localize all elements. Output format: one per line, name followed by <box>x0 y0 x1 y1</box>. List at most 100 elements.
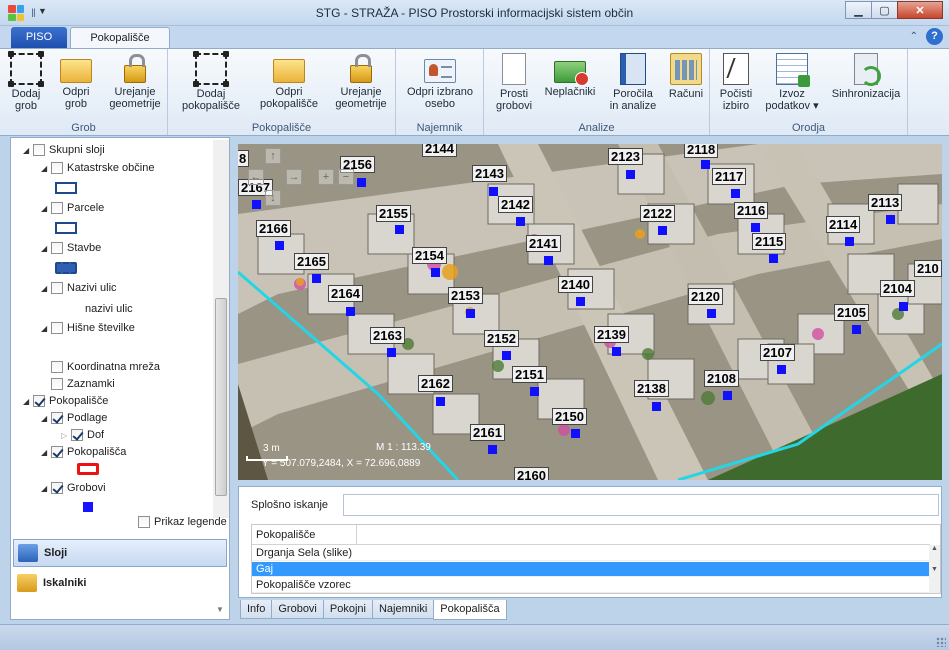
grave-label[interactable]: 2114 <box>826 216 861 233</box>
pan-up-button[interactable]: ↑ <box>265 148 281 164</box>
grave-label[interactable]: 2105 <box>834 304 869 321</box>
non-payers-button[interactable]: Neplačniki <box>542 53 598 98</box>
grave-label[interactable]: 2160 <box>514 467 549 480</box>
grave-label[interactable]: 2166 <box>256 220 291 237</box>
grave-label[interactable]: 2150 <box>552 408 587 425</box>
grave-label[interactable]: 8 <box>238 150 250 167</box>
grave-marker[interactable] <box>466 309 475 318</box>
grave-marker[interactable] <box>488 445 497 454</box>
grave-marker[interactable] <box>612 347 621 356</box>
grave-marker[interactable] <box>751 223 760 232</box>
grave-marker[interactable] <box>544 256 553 265</box>
grave-marker[interactable] <box>275 241 284 250</box>
expand-icon[interactable] <box>41 204 51 213</box>
expand-icon[interactable] <box>23 146 33 155</box>
grave-marker[interactable] <box>899 302 908 311</box>
grave-marker[interactable] <box>852 325 861 334</box>
grid-scrollbar[interactable]: ▲ ▼ <box>929 545 940 593</box>
grave-marker[interactable] <box>723 391 732 400</box>
tab-grobovi[interactable]: Grobovi <box>271 600 324 619</box>
help-button[interactable]: ? <box>926 28 943 45</box>
table-row[interactable]: Drganja Sela (slike) <box>252 546 930 561</box>
layer-checkbox[interactable] <box>51 361 63 373</box>
invoices-button[interactable]: Računi <box>666 53 706 100</box>
grave-label[interactable]: 2153 <box>448 287 483 304</box>
expand-icon[interactable] <box>41 324 51 333</box>
grave-label[interactable]: 2120 <box>688 288 723 305</box>
collapse-ribbon-icon[interactable]: ⌃ <box>910 31 918 42</box>
grave-label[interactable]: 2141 <box>526 235 561 252</box>
grave-marker[interactable] <box>769 254 778 263</box>
grave-label[interactable]: 2161 <box>470 424 505 441</box>
grave-label[interactable]: 2163 <box>370 327 405 344</box>
grave-marker[interactable] <box>312 274 321 283</box>
layer-checkbox[interactable] <box>51 162 63 174</box>
add-grave-button[interactable]: Dodaj grob <box>8 51 42 112</box>
grave-marker[interactable] <box>252 200 261 209</box>
grave-marker[interactable] <box>502 351 511 360</box>
layer-checkbox[interactable] <box>51 322 63 334</box>
resize-grip-icon[interactable] <box>936 637 946 647</box>
grave-marker[interactable] <box>395 225 404 234</box>
open-selected-person-button[interactable]: Odpri izbrano osebo <box>402 53 478 110</box>
layer-pokopalisca[interactable]: Pokopališča <box>41 446 126 458</box>
pan-left-button[interactable]: ← <box>248 169 264 185</box>
scrollbar-thumb[interactable] <box>215 298 227 496</box>
grave-marker[interactable] <box>886 215 895 224</box>
grave-marker[interactable] <box>571 429 580 438</box>
layer-checkbox[interactable] <box>51 412 63 424</box>
expand-icon[interactable] <box>41 244 51 253</box>
search-input[interactable] <box>343 494 939 516</box>
minimize-button[interactable]: ▁ <box>845 1 872 19</box>
panel-expand-icon[interactable]: ▼ <box>216 605 224 614</box>
layer-grobovi[interactable]: Grobovi <box>41 482 106 494</box>
grave-marker[interactable] <box>707 309 716 318</box>
grave-marker[interactable] <box>652 402 661 411</box>
layer-nazivi-ulic[interactable]: Nazivi ulic <box>41 282 117 294</box>
synchronization-button[interactable]: Sinhronizacija <box>828 53 904 100</box>
grave-label[interactable]: 2117 <box>712 168 747 185</box>
column-divider[interactable] <box>356 525 357 545</box>
pan-down-button[interactable]: ↓ <box>265 190 281 206</box>
grave-marker[interactable] <box>436 397 445 406</box>
layer-checkbox[interactable] <box>51 242 63 254</box>
grave-marker[interactable] <box>658 226 667 235</box>
layer-dof[interactable]: Dof <box>61 429 104 441</box>
pan-right-button[interactable]: → <box>286 169 302 185</box>
table-row[interactable]: Pokopališče vzorec <box>252 578 930 593</box>
layer-checkbox[interactable] <box>51 482 63 494</box>
layer-checkbox[interactable] <box>51 282 63 294</box>
free-graves-button[interactable]: Prosti grobovi <box>492 53 536 112</box>
expand-icon[interactable] <box>41 284 51 293</box>
tab-pokojni[interactable]: Pokojni <box>322 600 373 619</box>
grave-label[interactable]: 2122 <box>640 205 675 222</box>
grave-label[interactable]: 2138 <box>634 380 669 397</box>
grave-marker[interactable] <box>516 217 525 226</box>
grave-marker[interactable] <box>777 365 786 374</box>
edit-grave-geometry-button[interactable]: Urejanje geometrije <box>106 53 164 110</box>
grave-label[interactable]: 2113 <box>868 194 903 211</box>
layer-hisne-stevilke[interactable]: Hišne številke <box>41 322 135 334</box>
grave-marker[interactable] <box>845 237 854 246</box>
grave-label[interactable]: 2139 <box>594 326 629 343</box>
expand-icon[interactable] <box>41 448 51 457</box>
expand-icon[interactable] <box>41 484 51 493</box>
grave-label[interactable]: 2151 <box>512 366 547 383</box>
layer-checkbox[interactable] <box>51 202 63 214</box>
open-cemetery-button[interactable]: Odpri pokopališče <box>254 53 324 110</box>
layer-checkbox[interactable] <box>71 429 83 441</box>
maximize-button[interactable]: ▢ <box>871 1 898 19</box>
grave-label[interactable]: 2143 <box>472 165 507 182</box>
grave-marker[interactable] <box>530 387 539 396</box>
panel-iskalniki-button[interactable]: Iskalniki <box>13 569 227 597</box>
layer-checkbox[interactable] <box>33 395 45 407</box>
grave-marker[interactable] <box>731 189 740 198</box>
export-data-button[interactable]: Izvoz podatkov ▾ <box>762 53 822 112</box>
table-row-selected[interactable]: Gaj <box>252 562 930 577</box>
grave-label[interactable]: 2118 <box>684 144 719 158</box>
grave-label[interactable]: 2162 <box>418 375 453 392</box>
layer-koordinatna-mreza[interactable]: Koordinatna mreža <box>51 361 160 373</box>
grid-header[interactable]: Pokopališče <box>252 525 930 545</box>
layer-podlage[interactable]: Podlage <box>41 412 107 424</box>
edit-cemetery-geometry-button[interactable]: Urejanje geometrije <box>332 53 390 110</box>
